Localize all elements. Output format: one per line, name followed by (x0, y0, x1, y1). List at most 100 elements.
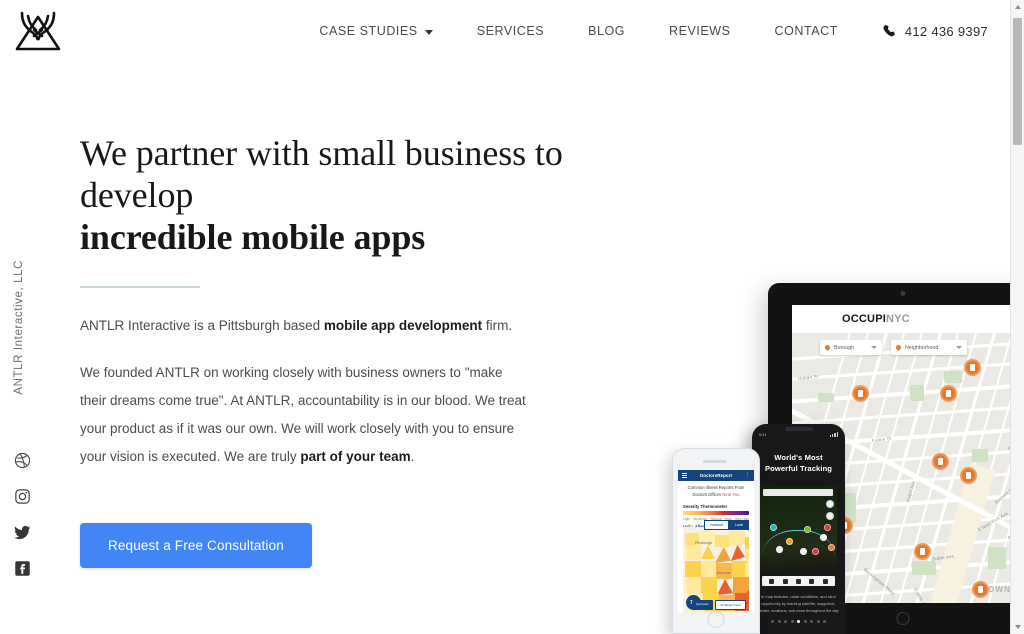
dark-phone-headline: World's Most Powerful Tracking (760, 452, 837, 475)
hero-text-block: We partner with small business to develo… (80, 132, 640, 568)
location-pin-icon (823, 343, 832, 352)
nav-item-blog[interactable]: BLOG (566, 24, 647, 38)
borough-filter-dropdown[interactable]: Borough (820, 340, 882, 355)
nav-item-services[interactable]: SERVICES (455, 24, 566, 38)
tracking-map[interactable] (760, 486, 837, 572)
map-pin[interactable] (940, 385, 957, 402)
severity-thermometer (683, 510, 749, 516)
trend-button[interactable]: 14 Week Trend (715, 600, 746, 610)
browser-viewport: CASE STUDIES SERVICES BLOG REVIEWS CONTA… (0, 0, 1010, 634)
symptom-button[interactable]: Symptom (691, 600, 714, 610)
subhead-line2: Doctors Offices (692, 491, 723, 497)
track-marker[interactable] (776, 546, 783, 553)
page-scrollbar[interactable] (1010, 0, 1024, 634)
carousel-dot[interactable] (810, 620, 813, 623)
carousel-dots[interactable] (752, 620, 845, 623)
carousel-dot[interactable] (790, 620, 794, 623)
carousel-dot[interactable] (823, 620, 826, 623)
app-bar: DoctorsReport ⋮ (678, 470, 754, 481)
map-park (944, 371, 962, 383)
twitter-icon[interactable] (14, 524, 31, 541)
scope-toggle[interactable]: National Local (704, 520, 749, 530)
carousel-dot[interactable] (803, 620, 807, 623)
nav-label: SERVICES (476, 24, 545, 38)
map-pin[interactable] (972, 581, 989, 598)
toolbar-icon[interactable] (822, 578, 828, 584)
hero-divider (80, 286, 200, 289)
app-subheading: Common Illness Reports From Doctors Offi… (678, 481, 754, 502)
occupinyc-logo: OCCUPINYC (842, 313, 910, 325)
track-marker[interactable] (820, 534, 827, 541)
occupi-brand-dark: OCCUPI (842, 313, 886, 325)
scrollbar-thumb[interactable] (1013, 18, 1022, 145)
map-park (910, 385, 924, 401)
tracking-search-input[interactable] (763, 489, 833, 496)
heat-region (701, 561, 716, 577)
occupi-brand-grey: NYC (885, 313, 910, 325)
map-locate-button[interactable] (826, 512, 834, 520)
facebook-icon[interactable] (14, 560, 31, 577)
lead-text-bold: mobile app development (323, 318, 483, 334)
heat-region (731, 545, 745, 561)
heat-region (701, 577, 717, 593)
illness-heatmap[interactable]: Pittsburgh Altoona Harrisburg 7.5 Sympto… (683, 527, 749, 613)
phone-number: 412 436 9397 (904, 23, 988, 39)
tablet-home-button[interactable] (896, 612, 910, 625)
phone-camera-icon (703, 460, 706, 463)
map-label: Hobart St (797, 373, 819, 382)
toolbar-icon[interactable] (769, 578, 775, 584)
track-marker[interactable] (804, 526, 811, 533)
track-marker[interactable] (770, 524, 777, 531)
request-consultation-button[interactable]: Request a Free Consultation (80, 523, 312, 568)
tracking-toolbar[interactable] (762, 576, 835, 586)
left-social-rail: ANTLR Interactive, LLC (0, 62, 52, 634)
map-pin[interactable] (932, 453, 949, 470)
map-pin[interactable] (852, 385, 869, 402)
toolbar-icon[interactable] (782, 578, 788, 584)
hero-body-paragraph: We founded ANTLR on working closely with… (80, 359, 532, 471)
map-pin[interactable] (914, 543, 931, 560)
map-pin[interactable] (960, 467, 977, 484)
scroll-up-button[interactable] (1011, 0, 1024, 14)
carousel-dot[interactable] (777, 620, 781, 623)
map-layer-button[interactable] (826, 500, 834, 508)
carousel-dot-active[interactable] (797, 620, 800, 623)
track-marker[interactable] (824, 524, 831, 531)
arrow-down-icon (1014, 625, 1021, 629)
header-phone-link[interactable]: 412 436 9397 (860, 24, 998, 39)
antler-logo-icon[interactable] (12, 6, 64, 56)
neighborhood-filter-dropdown[interactable]: Neighborhood (891, 340, 967, 355)
heatmap-action-buttons: Symptom 14 Week Trend (691, 600, 746, 610)
dark-phone-mockup: 9:41 World's Most Powerful Tracking in m… (752, 424, 845, 634)
scroll-down-button[interactable] (1011, 620, 1024, 634)
more-options-icon[interactable]: ⋮ (745, 473, 750, 478)
phone-home-button[interactable] (707, 611, 725, 628)
filter-label: Neighborhood (905, 344, 939, 351)
scope-option-local[interactable]: Local (728, 520, 749, 530)
tablet-camera-icon (900, 291, 906, 296)
map-label: Ralph Ave (905, 480, 917, 503)
chevron-down-icon (871, 346, 877, 349)
nav-item-contact[interactable]: CONTACT (753, 24, 860, 38)
hero-lead-paragraph: ANTLR Interactive is a Pittsburgh based … (80, 316, 530, 337)
toolbar-icon[interactable] (795, 578, 801, 584)
headline-line-2: incredible mobile apps (80, 217, 426, 258)
scope-option-national[interactable]: National (704, 520, 729, 530)
carousel-dot[interactable] (784, 620, 787, 623)
track-marker[interactable] (800, 548, 807, 555)
nav-item-reviews[interactable]: REVIEWS (647, 24, 753, 38)
nav-item-case-studies[interactable]: CASE STUDIES (297, 24, 454, 38)
heat-city-label: Pittsburgh (695, 541, 713, 545)
dribbble-icon[interactable] (14, 452, 31, 469)
map-pin[interactable] (964, 359, 981, 376)
instagram-icon[interactable] (14, 488, 31, 505)
phone-speaker-icon (784, 427, 813, 431)
track-marker[interactable] (786, 538, 793, 545)
carousel-dot[interactable] (771, 620, 774, 623)
track-marker[interactable] (828, 544, 835, 551)
toolbar-icon[interactable] (809, 578, 815, 584)
carousel-dot[interactable] (816, 620, 820, 623)
hamburger-menu-icon[interactable] (682, 473, 687, 478)
track-marker[interactable] (812, 548, 819, 555)
headline-line-1: We partner with small business to develo… (80, 133, 563, 216)
